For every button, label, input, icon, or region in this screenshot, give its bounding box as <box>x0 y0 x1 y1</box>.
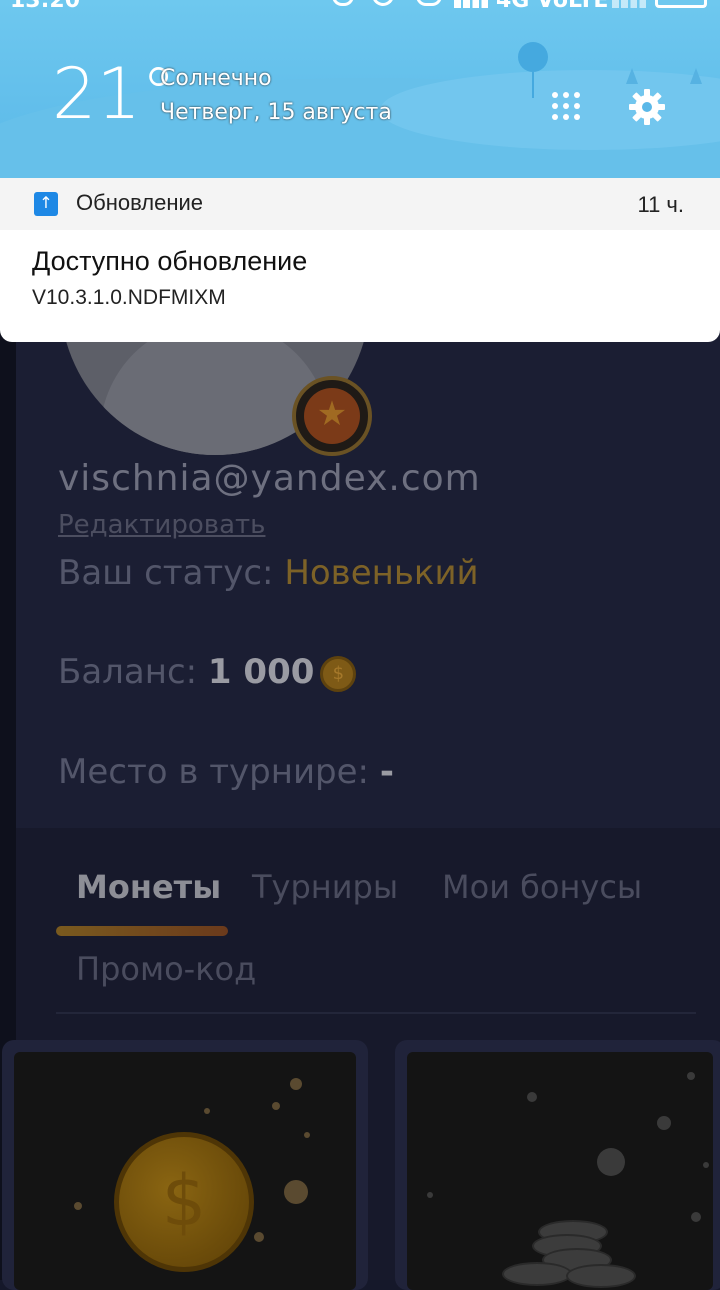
tree-icon <box>626 68 638 84</box>
balance-row: Баланс: 1 000 $ <box>58 652 357 692</box>
notification-text: V10.3.1.0.NDFMIXM <box>32 286 226 309</box>
temperature[interactable]: 21° <box>52 54 176 134</box>
gold-coin-icon: $ <box>114 1132 254 1272</box>
user-email: vischnia@yandex.com <box>58 458 481 499</box>
wifi-icon <box>416 0 442 6</box>
gear-icon[interactable] <box>628 88 666 126</box>
status-label: Ваш статус: <box>58 553 274 593</box>
balloon-icon <box>518 42 548 72</box>
star-icon: ★ <box>316 394 348 434</box>
network-type: 4G VoLTE <box>496 0 609 13</box>
coin-pack-card[interactable]: $ <box>2 1040 368 1290</box>
coin-stack-image <box>407 1052 713 1290</box>
update-arrow-icon: ↑ <box>34 192 58 216</box>
current-date[interactable]: Четверг, 15 августа <box>160 100 392 125</box>
signal-icon <box>454 0 488 8</box>
mute-icon <box>332 0 354 6</box>
balance-value: 1 000 <box>207 652 315 692</box>
weather-condition: Солнечно <box>160 66 272 91</box>
notification-header: ↑ Обновление 11 ч. <box>0 178 720 230</box>
tabs-divider <box>56 1012 696 1014</box>
notification-time: 11 ч. <box>637 192 684 217</box>
active-tab-indicator <box>56 926 228 936</box>
tournament-place-row: Место в турнире: - <box>58 752 394 792</box>
rank-badge: ★ <box>292 376 372 456</box>
coin-icon: $ <box>320 655 357 692</box>
tab-promo-code[interactable]: Промо-код <box>76 950 256 988</box>
notification-title: Доступно обновление <box>32 246 308 276</box>
coin-pack-image: $ <box>14 1052 356 1290</box>
clock: 13:20 <box>10 0 81 13</box>
edit-profile-link[interactable]: Редактировать <box>58 510 265 540</box>
battery-icon <box>655 0 707 8</box>
status-row: Ваш статус: Новенький <box>58 553 479 593</box>
tab-coins[interactable]: Монеты <box>76 868 221 906</box>
notification-app-name: Обновление <box>76 190 204 215</box>
tree-icon <box>690 68 702 84</box>
coin-stack-card[interactable] <box>395 1040 720 1290</box>
alarm-icon <box>372 0 394 6</box>
status-value: Новенький <box>284 553 479 593</box>
badge-inner: ★ <box>304 388 360 444</box>
quick-settings-grid-icon[interactable] <box>552 92 584 124</box>
balloon-string <box>532 72 534 98</box>
update-notification[interactable]: ↑ Обновление 11 ч. Доступно обновление V… <box>0 178 720 342</box>
tab-tournaments[interactable]: Турниры <box>252 868 398 906</box>
tab-my-bonuses[interactable]: Мои бонусы <box>442 868 642 906</box>
place-label: Место в турнире: <box>58 752 369 792</box>
signal-2-icon <box>612 0 646 8</box>
status-bar: 13:20 4G VoLTE <box>0 0 720 22</box>
notification-shade-header: 13:20 4G VoLTE 21° Солнечно Четверг, 15 … <box>0 0 720 180</box>
balance-label: Баланс: <box>58 652 198 692</box>
coin-stack-icon <box>502 1172 642 1290</box>
place-value: - <box>379 752 394 792</box>
